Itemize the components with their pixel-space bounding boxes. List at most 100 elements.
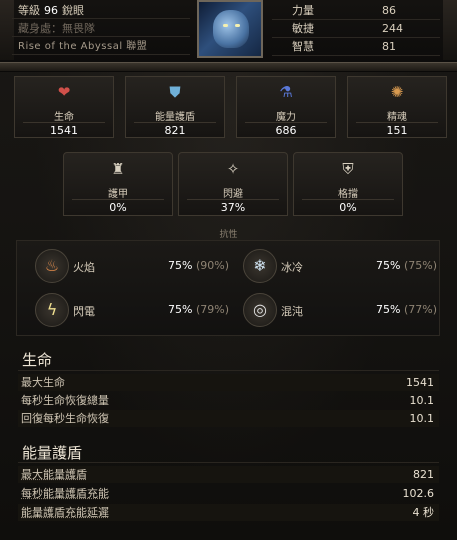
stat-panel-block[interactable]: ⛨ 格擋 0% xyxy=(293,152,403,216)
stat-value: 151 xyxy=(386,124,408,137)
stat-label: 能量護盾 xyxy=(155,112,195,123)
resistance-value: 75% (90%) xyxy=(168,259,229,272)
row-value: 102.6 xyxy=(402,487,435,500)
row-label: 每秒能量護盾充能 xyxy=(21,487,109,500)
chaos-icon: ◎ xyxy=(243,293,277,327)
stat-divider xyxy=(23,122,105,123)
life-row[interactable]: 回復每秒生命恢復 10.1 xyxy=(18,410,439,427)
stat-panel-spirit[interactable]: ✺ 精魂 151 xyxy=(347,76,447,138)
row-label: 回復每秒生命恢復 xyxy=(21,412,109,425)
stat-value: 0% xyxy=(109,201,127,214)
class-name: 銳眼 xyxy=(62,4,84,17)
resistance-current: 75% xyxy=(376,259,401,272)
stat-label: 生命 xyxy=(54,112,74,123)
resistance-current: 75% xyxy=(376,303,401,316)
row-value: 1541 xyxy=(406,376,434,389)
attribute-intelligence[interactable]: 智慧 81 xyxy=(272,39,440,56)
ascendancy-row: 藏身處：無畏隊 xyxy=(12,21,190,37)
ascendancy-text: 藏身處：無畏隊 xyxy=(18,22,95,35)
stat-label: 格擋 xyxy=(338,189,358,200)
row-value: 10.1 xyxy=(409,394,435,407)
stat-divider xyxy=(72,199,164,200)
attribute-label: 智慧 xyxy=(292,40,314,53)
character-portrait[interactable] xyxy=(197,0,263,58)
stat-panel-armour[interactable]: ♜ 護甲 0% xyxy=(63,152,173,216)
row-value: 4 秒 xyxy=(412,506,435,519)
section-divider xyxy=(18,370,439,371)
attribute-label: 力量 xyxy=(292,4,314,17)
stat-divider xyxy=(356,122,438,123)
stat-value: 1541 xyxy=(50,124,78,137)
resistance-chaos[interactable]: ◎ 混沌 75% (77%) xyxy=(243,293,437,329)
character-header: 等級 96 銳眼 藏身處：無畏隊 Rise of the Abyssal 聯盟 力量… xyxy=(0,0,457,62)
resistance-max: (75%) xyxy=(403,259,437,272)
life-row[interactable]: 最大生命 1541 xyxy=(18,374,439,391)
row-value: 10.1 xyxy=(409,412,435,425)
header-divider xyxy=(0,62,457,72)
stat-panel-evasion[interactable]: ✧ 閃避 37% xyxy=(178,152,288,216)
stat-value: 0% xyxy=(339,201,357,214)
attribute-value: 81 xyxy=(382,40,396,53)
row-label: 能量護盾充能延遲 xyxy=(21,506,109,519)
portrait-eye-icon xyxy=(223,24,228,27)
character-info: 等級 96 銳眼 藏身處：無畏隊 Rise of the Abyssal 聯盟 xyxy=(12,0,190,60)
resistance-max: (90%) xyxy=(195,259,229,272)
armour-icon: ♜ xyxy=(111,160,125,178)
life-section-title: 生命 xyxy=(22,351,53,369)
energy-shield-row[interactable]: 最大能量護盾 821 xyxy=(18,466,439,483)
league-text: Rise of the Abyssal 聯盟 xyxy=(18,41,148,52)
stat-divider xyxy=(187,199,279,200)
section-divider xyxy=(18,462,439,463)
energy-shield-section-title: 能量護盾 xyxy=(22,444,83,462)
level-row: 等級 96 銳眼 xyxy=(12,3,190,19)
attribute-strength[interactable]: 力量 86 xyxy=(272,3,440,20)
resistance-value: 75% (75%) xyxy=(376,259,437,272)
gargoyle-ornament-right-icon xyxy=(443,0,457,60)
resistances-panel: ♨ 火焰 75% (90%) ❄ 冰冷 75% (75%) ϟ 閃電 75% (… xyxy=(16,240,440,336)
stat-panel-mana[interactable]: ⚗ 魔力 686 xyxy=(236,76,336,138)
resistance-max: (77%) xyxy=(403,303,437,316)
stat-label: 魔力 xyxy=(276,112,296,123)
resistance-lightning[interactable]: ϟ 閃電 75% (79%) xyxy=(35,293,229,329)
resistance-fire[interactable]: ♨ 火焰 75% (90%) xyxy=(35,249,229,285)
stat-divider xyxy=(134,122,216,123)
row-value: 821 xyxy=(413,468,434,481)
stat-value: 37% xyxy=(220,201,246,214)
row-label: 最大能量護盾 xyxy=(21,468,87,481)
lightning-icon: ϟ xyxy=(35,293,69,327)
resistance-label: 混沌 xyxy=(281,305,303,318)
resistance-cold[interactable]: ❄ 冰冷 75% (75%) xyxy=(243,249,437,285)
league-row: Rise of the Abyssal 聯盟 xyxy=(12,39,190,55)
attribute-label: 敏捷 xyxy=(292,22,314,35)
attribute-value: 86 xyxy=(382,4,396,17)
row-label: 最大生命 xyxy=(21,376,65,389)
stat-panel-energy-shield[interactable]: ⛊ 能量護盾 821 xyxy=(125,76,225,138)
resistance-max: (79%) xyxy=(195,303,229,316)
portrait-face-icon xyxy=(213,10,249,48)
block-shield-icon: ⛨ xyxy=(342,160,354,178)
evasion-icon: ✧ xyxy=(226,160,240,178)
stat-panel-life[interactable]: ❤ 生命 1541 xyxy=(14,76,114,138)
attributes: 力量 86 敏捷 244 智慧 81 xyxy=(272,0,442,60)
cold-icon: ❄ xyxy=(243,249,277,283)
stat-value: 686 xyxy=(275,124,297,137)
energy-shield-row[interactable]: 能量護盾充能延遲 4 秒 xyxy=(18,504,439,521)
level-label: 等級 xyxy=(18,4,40,17)
resistance-current: 75% xyxy=(168,303,193,316)
resistances-title: 抗性 xyxy=(219,230,238,240)
stat-label: 護甲 xyxy=(108,189,128,200)
attribute-dexterity[interactable]: 敏捷 244 xyxy=(272,21,440,38)
resistance-label: 閃電 xyxy=(73,305,95,318)
energy-shield-icon: ⛊ xyxy=(169,83,181,101)
stat-label: 閃避 xyxy=(223,189,243,200)
resistance-label: 火焰 xyxy=(73,261,95,274)
level-value: 96 xyxy=(44,4,58,17)
fire-icon: ♨ xyxy=(35,249,69,283)
energy-shield-row[interactable]: 每秒能量護盾充能 102.6 xyxy=(18,485,439,502)
spirit-icon: ✺ xyxy=(390,83,404,101)
resistance-label: 冰冷 xyxy=(281,261,303,274)
attribute-value: 244 xyxy=(382,22,403,35)
life-row[interactable]: 每秒生命恢復總量 10.1 xyxy=(18,392,439,409)
stat-divider xyxy=(245,122,327,123)
portrait-eye-icon xyxy=(235,24,240,27)
